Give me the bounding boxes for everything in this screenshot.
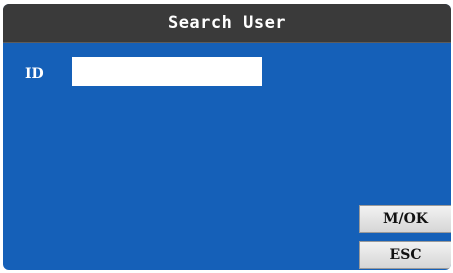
id-label: ID [25,66,44,82]
id-input[interactable] [72,57,262,86]
esc-button[interactable]: ESC [359,241,451,269]
device-screen: Search User ID M/OK ESC [3,4,451,270]
title-bar: Search User [3,4,451,43]
ok-button[interactable]: M/OK [359,205,451,233]
dialog-title: Search User [167,13,287,33]
